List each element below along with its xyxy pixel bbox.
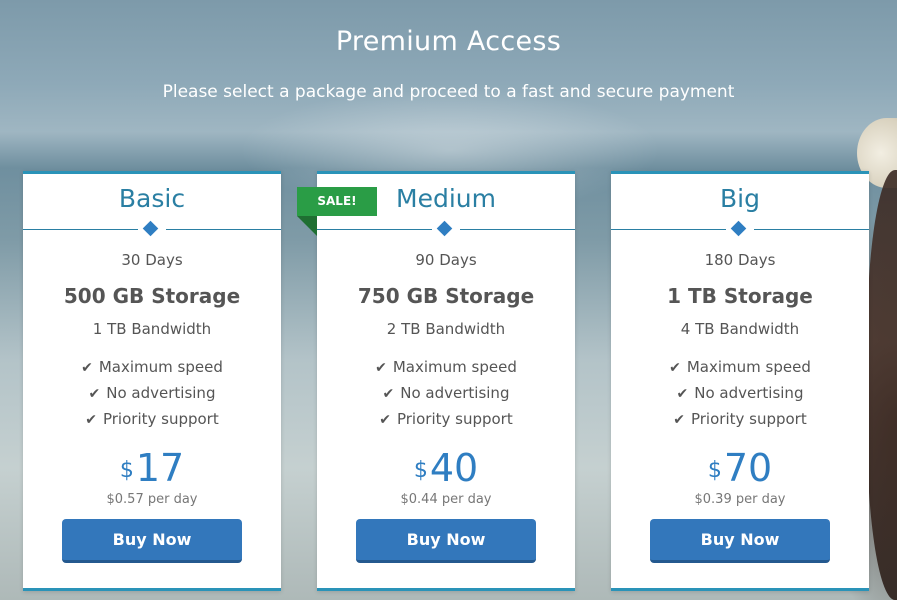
feature-label: Priority support (396, 410, 513, 428)
currency-symbol: $ (119, 458, 134, 483)
plan-card-big: Big 180 Days 1 TB Storage 4 TB Bandwidth… (611, 171, 869, 591)
price-amount: 70 (723, 446, 773, 490)
plan-bandwidth: 4 TB Bandwidth (680, 320, 800, 338)
page-background: Premium Access Please select a package a… (0, 0, 897, 600)
feature-item: ✔ No advertising (611, 383, 869, 409)
currency-symbol: $ (707, 458, 722, 483)
check-icon: ✔ (81, 360, 93, 376)
check-icon: ✔ (375, 360, 387, 376)
feature-label: Maximum speed (392, 358, 517, 376)
sale-badge: SALE! (297, 187, 377, 216)
buy-now-button-basic[interactable]: Buy Now (62, 519, 242, 563)
feature-list: ✔ Maximum speed ✔ No advertising ✔ Priority… (317, 357, 575, 435)
currency-symbol: $ (413, 458, 428, 483)
page-subtitle: Please select a package and proceed to a… (162, 82, 735, 102)
check-icon: ✔ (379, 412, 391, 428)
price-amount: 40 (429, 446, 479, 490)
feature-label: Priority support (102, 410, 219, 428)
plan-storage: 500 GB Storage (63, 284, 241, 308)
feature-label: Maximum speed (686, 358, 811, 376)
divider (317, 229, 432, 230)
feature-item: ✔ Maximum speed (317, 357, 575, 383)
feature-label: No advertising (694, 384, 804, 402)
check-icon: ✔ (673, 412, 685, 428)
ribbon-fold (297, 216, 317, 236)
plan-duration: 180 Days (704, 251, 776, 269)
check-icon: ✔ (88, 386, 101, 402)
feature-item: ✔ Priority support (611, 409, 869, 435)
feature-label: No advertising (106, 384, 216, 402)
plan-card-medium: Medium 90 Days 750 GB Storage 2 TB Bandw… (317, 171, 575, 591)
feature-label: Priority support (690, 410, 807, 428)
buy-now-button-medium[interactable]: Buy Now (356, 519, 536, 563)
price-per-day: $0.57 per day (106, 492, 198, 507)
plan-name: Big (720, 184, 760, 213)
page-title: Premium Access (335, 26, 562, 57)
check-icon: ✔ (382, 386, 395, 402)
plan-price: $70 (611, 446, 869, 498)
plan-price: $40 (317, 446, 575, 498)
price-per-day: $0.39 per day (694, 492, 786, 507)
diamond-icon (142, 220, 159, 237)
price-amount: 17 (135, 446, 185, 490)
feature-list: ✔ Maximum speed ✔ No advertising ✔ Priority… (611, 357, 869, 435)
divider (460, 229, 575, 230)
divider (754, 229, 869, 230)
plan-bandwidth: 1 TB Bandwidth (92, 320, 212, 338)
person-image (867, 170, 897, 600)
feature-item: ✔ No advertising (317, 383, 575, 409)
plan-storage: 1 TB Storage (667, 284, 813, 308)
plan-storage: 750 GB Storage (357, 284, 535, 308)
divider (611, 229, 726, 230)
feature-label: Maximum speed (98, 358, 223, 376)
plan-name: Basic (118, 184, 186, 213)
plan-bandwidth: 2 TB Bandwidth (386, 320, 506, 338)
plan-price: $17 (23, 446, 281, 498)
feature-label: No advertising (400, 384, 510, 402)
price-per-day: $0.44 per day (400, 492, 492, 507)
check-icon: ✔ (669, 360, 681, 376)
diamond-icon (436, 220, 453, 237)
feature-item: ✔ No advertising (23, 383, 281, 409)
feature-item: ✔ Maximum speed (611, 357, 869, 383)
check-icon: ✔ (676, 386, 689, 402)
check-icon: ✔ (85, 412, 97, 428)
plan-duration: 90 Days (415, 251, 477, 269)
plan-duration: 30 Days (121, 251, 183, 269)
feature-item: ✔ Priority support (23, 409, 281, 435)
feature-item: ✔ Maximum speed (23, 357, 281, 383)
diamond-icon (730, 220, 747, 237)
divider (166, 229, 281, 230)
divider (23, 229, 138, 230)
plan-card-basic: Basic 30 Days 500 GB Storage 1 TB Bandwi… (23, 171, 281, 591)
buy-now-button-big[interactable]: Buy Now (650, 519, 830, 563)
feature-item: ✔ Priority support (317, 409, 575, 435)
feature-list: ✔ Maximum speed ✔ No advertising ✔ Priority… (23, 357, 281, 435)
